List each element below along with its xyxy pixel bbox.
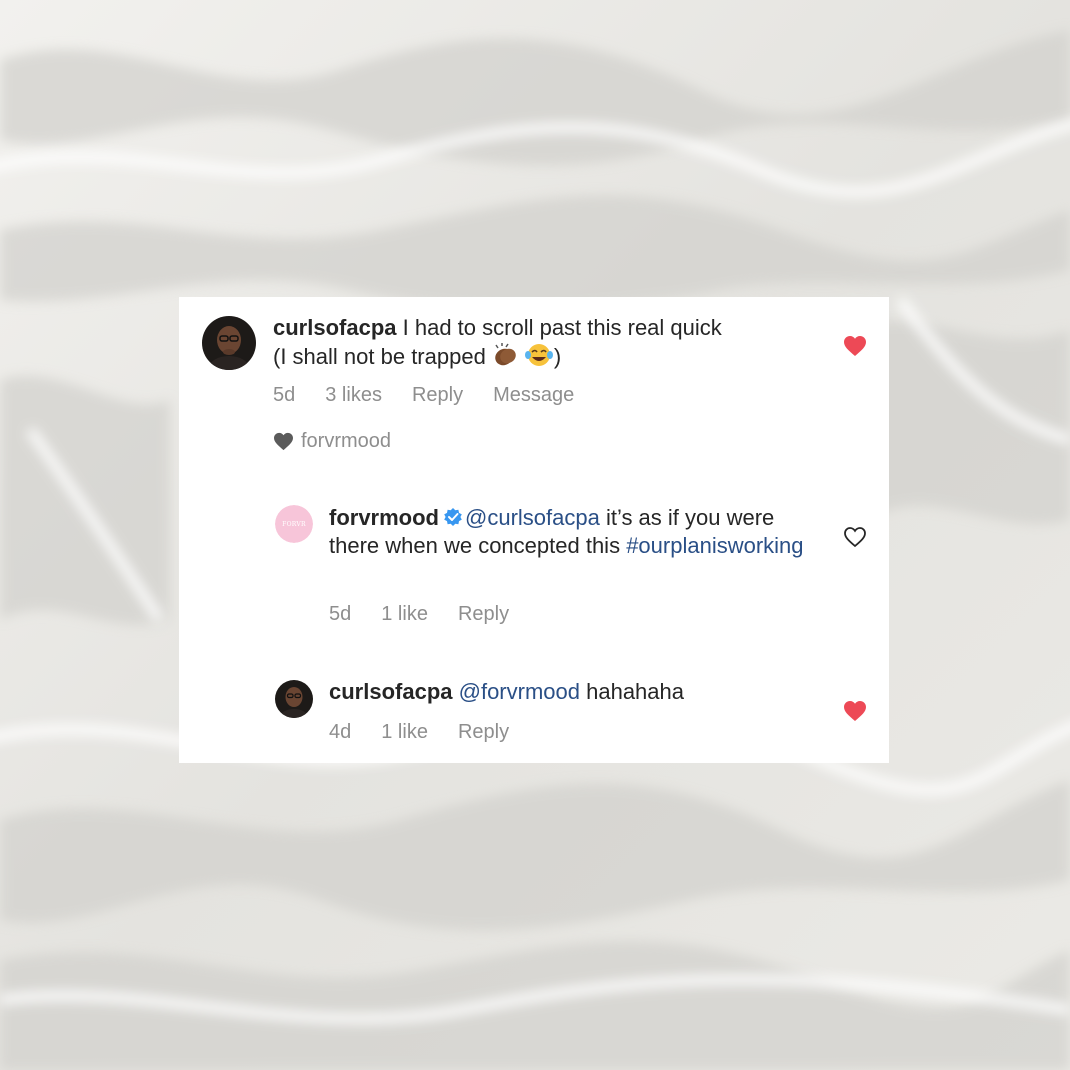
comment-text-line1: I had to scroll past this real quick xyxy=(402,315,722,340)
comment-body: curlsofacpa I had to scroll past this re… xyxy=(273,314,813,371)
reply-body: forvrmood @curlsofacpa it’s as if you wer… xyxy=(329,504,809,560)
like-heart-icon[interactable] xyxy=(843,700,867,722)
reply-body: curlsofacpa @forvrmood hahahaha xyxy=(329,678,809,706)
like-heart-icon[interactable] xyxy=(843,335,867,357)
liked-by-name: forvrmood xyxy=(301,430,392,452)
message-button[interactable]: Message xyxy=(493,384,574,407)
brand-avatar[interactable]: FORVR xyxy=(275,505,313,543)
filled-heart-icon xyxy=(274,432,293,451)
verified-badge-icon xyxy=(443,507,463,527)
reply-button[interactable]: Reply xyxy=(412,384,463,407)
avatar[interactable] xyxy=(275,680,313,718)
laughing-tears-icon xyxy=(524,342,554,368)
comment-text-line2: (I shall not be trapped xyxy=(273,344,486,369)
like-heart-outline-icon[interactable] xyxy=(843,526,867,548)
mention-link[interactable]: @curlsofacpa xyxy=(465,505,600,530)
liked-by-author: forvrmood xyxy=(273,430,391,453)
comment-username[interactable]: curlsofacpa xyxy=(273,315,397,340)
avatar[interactable] xyxy=(202,316,256,370)
reply-button[interactable]: Reply xyxy=(458,603,509,626)
reply-likes[interactable]: 1 like xyxy=(381,721,428,744)
reply-text: hahahaha xyxy=(580,679,684,704)
reply-likes[interactable]: 1 like xyxy=(381,603,428,626)
reply-meta: 4d 1 like Reply xyxy=(329,721,539,744)
reply-username[interactable]: curlsofacpa xyxy=(329,679,453,704)
brand-avatar-text: FORVR xyxy=(282,521,306,528)
hashtag-link[interactable]: #ourplanisworking xyxy=(626,533,803,558)
reply-meta: 5d 1 like Reply xyxy=(329,603,539,626)
mention-link[interactable]: @forvrmood xyxy=(459,679,580,704)
reply-time: 4d xyxy=(329,721,352,743)
comment-meta: 5d 3 likes Reply Message xyxy=(273,384,604,407)
comment-text-close: ) xyxy=(553,344,562,369)
reply-button[interactable]: Reply xyxy=(458,721,509,744)
reply-time: 5d xyxy=(329,603,352,625)
comment-thread-card: curlsofacpa I had to scroll past this re… xyxy=(179,297,889,763)
comment-likes[interactable]: 3 likes xyxy=(325,384,382,407)
clapping-hands-icon xyxy=(490,342,520,368)
comment-time: 5d xyxy=(273,384,296,406)
reply-username[interactable]: forvrmood xyxy=(329,505,439,530)
